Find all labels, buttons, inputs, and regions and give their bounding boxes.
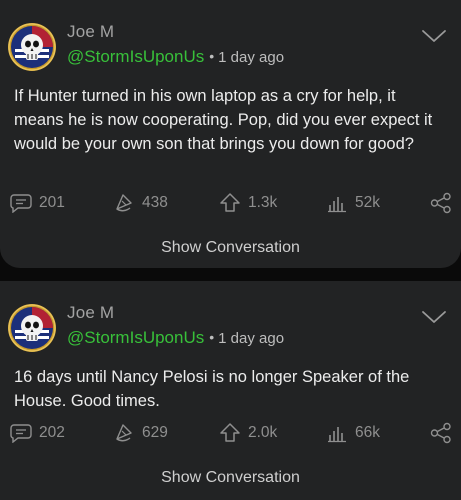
post-text: If Hunter turned in his own laptop as a … bbox=[14, 87, 433, 153]
share-button[interactable] bbox=[430, 420, 459, 446]
arrow-up-icon bbox=[220, 193, 240, 212]
arrow-up-icon bbox=[220, 423, 240, 442]
repost-button[interactable]: 438 bbox=[113, 190, 168, 216]
avatar[interactable] bbox=[7, 303, 57, 353]
author-handle[interactable]: @StormIsUponUs bbox=[67, 47, 204, 66]
speech-bubble-icon bbox=[10, 424, 32, 443]
echo-icon bbox=[116, 424, 132, 442]
speech-bubble-icon bbox=[10, 194, 32, 213]
post-text: 16 days until Nancy Pelosi is no longer … bbox=[14, 368, 410, 410]
upvote-button[interactable]: 1.3k bbox=[219, 190, 277, 216]
author-meta: @StormIsUponUs • 1 day ago bbox=[67, 47, 284, 67]
upvote-count: 1.3k bbox=[248, 194, 278, 211]
author-handle[interactable]: @StormIsUponUs bbox=[67, 328, 204, 347]
upvote-count: 2.0k bbox=[248, 424, 278, 441]
show-conversation-link[interactable]: Show Conversation bbox=[0, 469, 461, 487]
share-icon bbox=[430, 422, 451, 444]
post-age: 1 day ago bbox=[218, 49, 285, 66]
chevron-down-icon[interactable] bbox=[421, 309, 447, 325]
bar-chart-icon bbox=[328, 427, 346, 443]
feed: Joe M @StormIsUponUs • 1 day ago If Hunter… bbox=[0, 0, 461, 500]
author-meta: @StormIsUponUs • 1 day ago bbox=[67, 328, 284, 348]
meta-separator: • bbox=[209, 329, 215, 345]
post-card[interactable]: Joe M @StormIsUponUs • 1 day ago 16 days u… bbox=[0, 281, 461, 500]
echo-icon bbox=[116, 194, 132, 212]
reply-button[interactable]: 202 bbox=[10, 420, 65, 446]
reply-button[interactable]: 201 bbox=[10, 190, 65, 216]
meta-separator: • bbox=[209, 48, 215, 64]
reply-count: 201 bbox=[39, 194, 65, 211]
post-age: 1 day ago bbox=[218, 330, 285, 347]
author-name[interactable]: Joe M bbox=[67, 22, 114, 42]
chevron-down-icon[interactable] bbox=[421, 28, 447, 44]
bar-chart-icon bbox=[328, 197, 346, 213]
post-card[interactable]: Joe M @StormIsUponUs • 1 day ago If Hunter… bbox=[0, 0, 461, 268]
impressions-stat[interactable]: 52k bbox=[328, 190, 380, 216]
impressions-count: 66k bbox=[355, 424, 380, 441]
action-bar: 201 438 1.3k 52k bbox=[0, 190, 461, 216]
reply-count: 202 bbox=[39, 424, 65, 441]
show-conversation-link[interactable]: Show Conversation bbox=[0, 239, 461, 257]
impressions-count: 52k bbox=[355, 194, 380, 211]
repost-count: 438 bbox=[142, 194, 168, 211]
upvote-button[interactable]: 2.0k bbox=[219, 420, 277, 446]
repost-count: 629 bbox=[142, 424, 168, 441]
action-bar: 202 629 2.0k 66k bbox=[0, 420, 461, 446]
author-name[interactable]: Joe M bbox=[67, 303, 114, 323]
repost-button[interactable]: 629 bbox=[113, 420, 168, 446]
share-button[interactable] bbox=[430, 190, 459, 216]
impressions-stat[interactable]: 66k bbox=[328, 420, 380, 446]
avatar[interactable] bbox=[7, 22, 57, 72]
share-icon bbox=[430, 192, 451, 214]
